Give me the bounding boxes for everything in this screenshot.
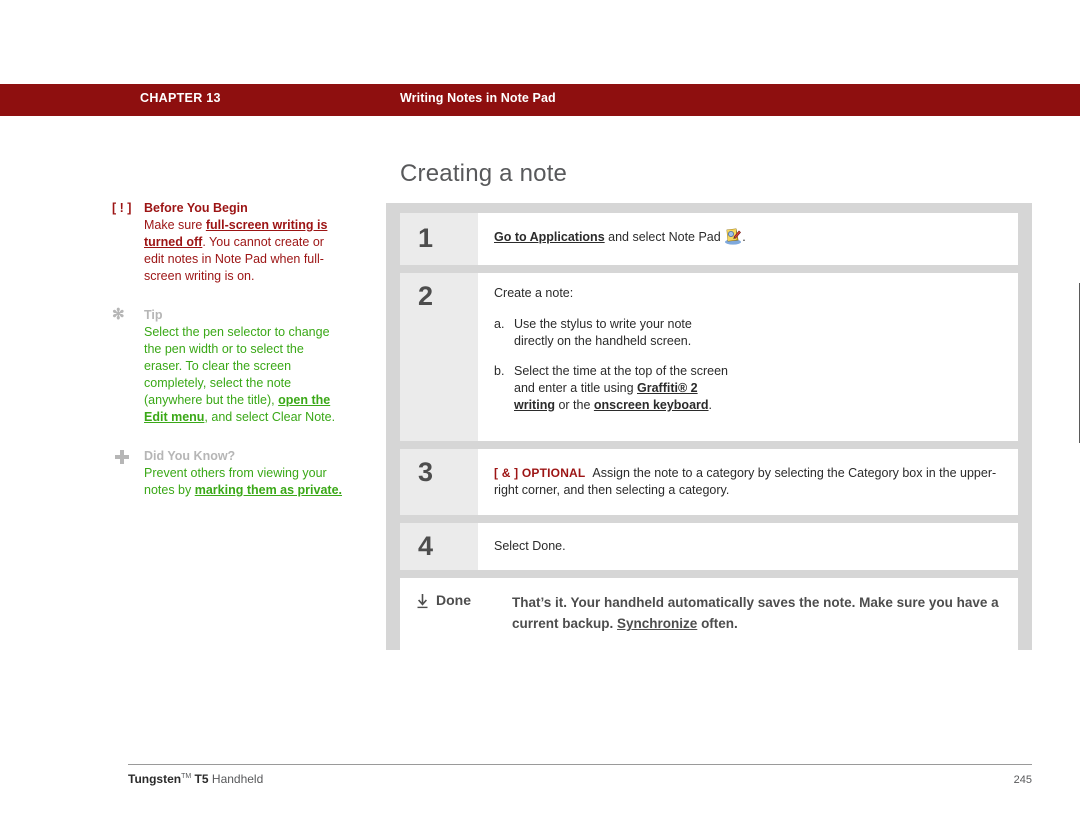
text-run: or the: [554, 398, 594, 412]
page-number: 245: [1013, 774, 1032, 786]
sidebar-heading-tip: Tip: [144, 308, 163, 322]
chapter-label: CHAPTER 13: [140, 91, 221, 105]
manual-page: CHAPTER 13 Writing Notes in Note Pad [ !…: [0, 0, 1080, 834]
footer-divider: [128, 764, 1032, 765]
chapter-title: Writing Notes in Note Pad: [400, 91, 556, 105]
sidebar-text-before-you-begin: Make sure full-screen writing is turned …: [144, 217, 342, 285]
step-2-text-column: Create a note: a. Use the stylus to writ…: [494, 285, 734, 429]
text-run: often.: [697, 616, 738, 631]
step-3-number: 3: [400, 449, 478, 515]
steps-panel: 1 Go to Applications and select Note Pad…: [386, 203, 1080, 650]
done-label: Done: [436, 592, 471, 608]
done-label-group: Done: [416, 592, 512, 634]
plus-icon: [115, 450, 129, 464]
footer-product-name: Tungsten: [128, 772, 182, 786]
step-4-body: Select Done.: [478, 523, 1018, 570]
down-arrow-icon: [416, 594, 429, 609]
text-run: and select Note Pad: [604, 230, 725, 244]
footer-product-model: T5: [191, 772, 209, 786]
done-row: Done That’s it. Your handheld automatica…: [400, 578, 1018, 650]
step-2-intro: Create a note:: [494, 286, 574, 300]
substep-b-text: Select the time at the top of the screen…: [514, 363, 734, 414]
note-pad-app-icon: [724, 228, 742, 250]
step-4-row: 4 Select Done.: [400, 523, 1018, 570]
optional-badge: [ & ] OPTIONAL: [494, 466, 586, 480]
step-2-substeps: a. Use the stylus to write your note dir…: [494, 316, 734, 414]
step-2-body: Create a note: a. Use the stylus to writ…: [478, 273, 1080, 443]
substep-b: b. Select the time at the top of the scr…: [494, 363, 734, 414]
step-1-body: Go to Applications and select Note Pad .: [478, 213, 1018, 265]
sidebar-heading-before-you-begin: Before You Begin: [144, 201, 248, 215]
substep-a-text: Use the stylus to write your note direct…: [514, 316, 734, 350]
sidebar-text-did-you-know: Prevent others from viewing your notes b…: [144, 465, 342, 499]
step-2-row: 2 Create a note: a. Use the stylus to wr…: [400, 273, 1080, 443]
step-4-text: Select Done.: [494, 539, 566, 553]
footer-product-tail: Handheld: [208, 772, 264, 786]
text-run: Use the stylus to write your note direct…: [514, 317, 692, 348]
substep-b-label: b.: [494, 364, 505, 378]
done-text: That’s it. Your handheld automatically s…: [512, 592, 1004, 634]
step-2-figure-column: Note ◀ 2 of 2 ▶ Unfiled 1:00 pm 7/5: [734, 283, 1080, 443]
sidebar-block-did-you-know: Did You Know? Prevent others from viewin…: [112, 448, 342, 499]
substep-a: a. Use the stylus to write your note dir…: [494, 316, 734, 350]
sidebar: [ ! ] Before You Begin Make sure full-sc…: [112, 200, 342, 513]
text-run: .: [708, 398, 713, 412]
link-onscreen-keyboard[interactable]: onscreen keyboard: [594, 398, 709, 412]
step-2-number: 2: [400, 273, 478, 441]
step-3-row: 3 [ & ] OPTIONAL Assign the note to a ca…: [400, 449, 1018, 515]
footer-product: TungstenTM T5 Handheld: [128, 772, 263, 786]
chapter-header-bar: CHAPTER 13 Writing Notes in Note Pad: [0, 84, 1080, 116]
substep-a-label: a.: [494, 317, 505, 331]
step-3-body: [ & ] OPTIONAL Assign the note to a cate…: [478, 449, 1018, 515]
trademark-icon: TM: [181, 773, 192, 780]
link-synchronize[interactable]: Synchronize: [617, 616, 697, 631]
sidebar-block-tip: ✻ Tip Select the pen selector to change …: [112, 306, 342, 426]
text-run: , and select Clear Note.: [204, 410, 336, 424]
text-run: Make sure: [144, 218, 206, 232]
link-go-to-applications[interactable]: Go to Applications: [494, 230, 605, 244]
step-1-row: 1 Go to Applications and select Note Pad…: [400, 213, 1018, 265]
sidebar-heading-did-you-know: Did You Know?: [144, 449, 236, 463]
warning-marker-icon: [ ! ]: [112, 201, 132, 215]
text-run: That’s it. Your handheld automatically s…: [512, 595, 999, 631]
sidebar-text-tip: Select the pen selector to change the pe…: [144, 324, 342, 426]
sidebar-block-before-you-begin: [ ! ] Before You Begin Make sure full-sc…: [112, 200, 342, 285]
asterisk-icon: ✻: [112, 306, 125, 323]
page-title: Creating a note: [400, 160, 568, 187]
link-marking-them-as-private[interactable]: marking them as private.: [195, 483, 342, 497]
text-run: .: [742, 230, 746, 244]
step-1-number: 1: [400, 213, 478, 265]
step-4-number: 4: [400, 523, 478, 570]
